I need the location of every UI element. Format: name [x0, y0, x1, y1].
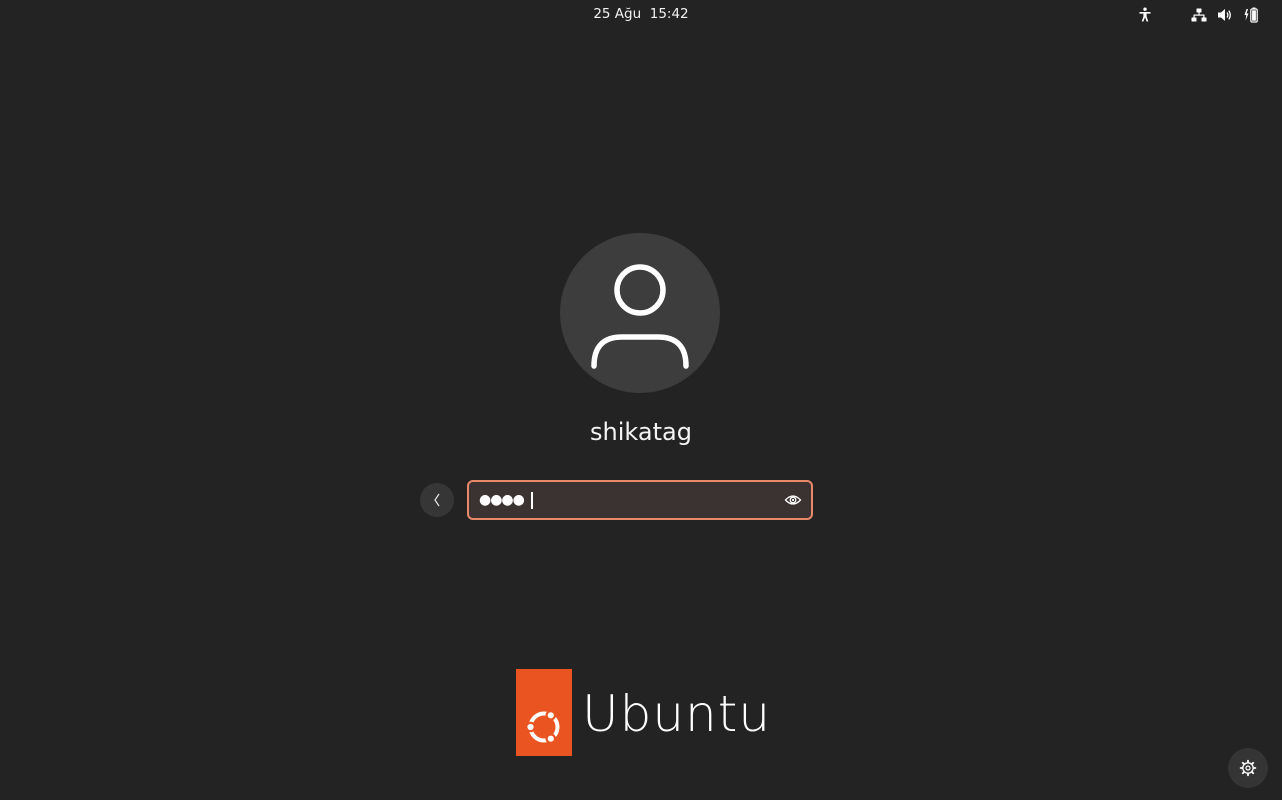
user-avatar-icon: [591, 264, 689, 369]
user-avatar: [560, 233, 720, 393]
network-icon: [1188, 6, 1210, 24]
volume-icon: [1210, 6, 1240, 24]
gear-icon: [1239, 759, 1257, 777]
back-button[interactable]: [420, 483, 454, 517]
password-masked-text: ●●●●: [479, 492, 525, 508]
ubuntu-logo-square: [516, 669, 572, 756]
system-menu[interactable]: [1188, 0, 1264, 30]
top-bar: 25 Ağu 15:42: [0, 0, 1282, 30]
chevron-left-icon: [434, 493, 440, 507]
reveal-password-button[interactable]: [783, 490, 803, 510]
ubuntu-circle-of-friends-icon: [525, 709, 560, 744]
eye-icon: [784, 495, 802, 505]
accessibility-menu[interactable]: [1136, 0, 1154, 30]
ubuntu-wordmark: Ubuntu: [582, 685, 772, 743]
settings-button[interactable]: [1228, 748, 1268, 788]
clock[interactable]: 25 Ağu 15:42: [0, 6, 1282, 22]
text-caret: [531, 492, 533, 509]
username-label: shikatag: [590, 418, 692, 446]
password-input[interactable]: ●●●●: [467, 480, 813, 520]
ubuntu-logo: Ubuntu: [516, 669, 776, 757]
battery-icon: [1240, 6, 1264, 24]
accessibility-icon[interactable]: [1136, 6, 1154, 24]
login-screen: 25 Ağu 15:42 shikatag ●●●● Ubuntu: [0, 0, 1282, 800]
